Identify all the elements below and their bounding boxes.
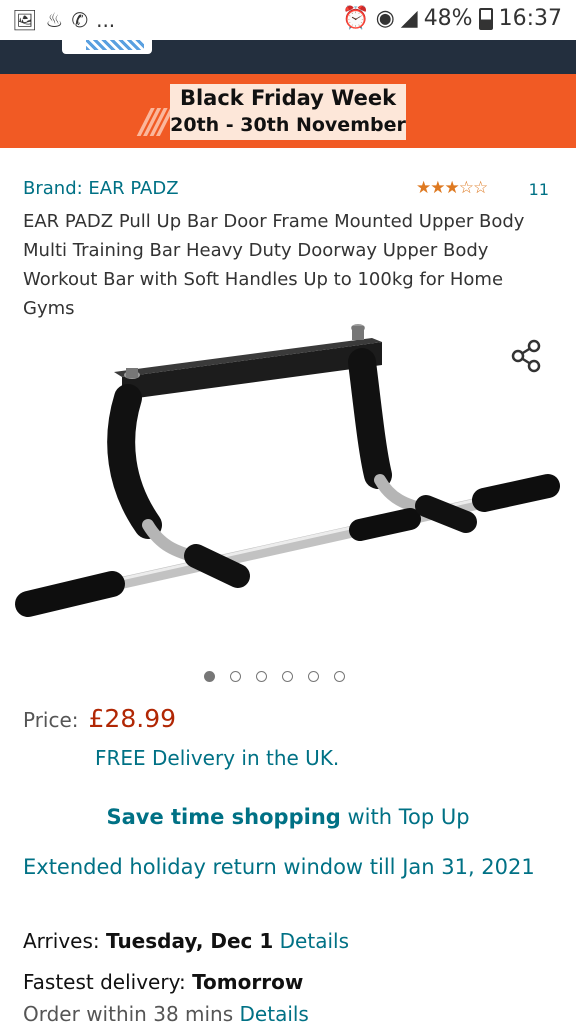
page-dot[interactable]: [282, 671, 293, 682]
page-dot[interactable]: [204, 671, 215, 682]
arrives-date: Tuesday, Dec 1: [106, 929, 274, 953]
logo-icon[interactable]: [62, 40, 152, 54]
image-icon: 🖼: [12, 8, 38, 32]
status-left: 🖼 ♨ ✆ ...: [12, 8, 115, 32]
page-dot[interactable]: [256, 671, 267, 682]
image-pagination: [204, 671, 345, 682]
fastest-line: Fastest delivery: Tomorrow: [23, 970, 303, 994]
right-arm-pad: [348, 348, 392, 489]
order-within-line: Order within 38 mins Details: [23, 1002, 309, 1026]
battery-icon: [478, 7, 493, 30]
alarm-icon: ⏰: [342, 6, 370, 31]
brand-link[interactable]: Brand: EAR PADZ: [23, 178, 179, 199]
save-time-rest: with Top Up: [340, 805, 470, 829]
price-value: £28.99: [88, 704, 177, 733]
promo-box: Black Friday Week 20th - 30th November: [170, 84, 406, 140]
share-icon[interactable]: [508, 338, 544, 374]
frame-bar: [114, 324, 382, 400]
page-dot[interactable]: [230, 671, 241, 682]
status-bar: 🖼 ♨ ✆ ... ⏰ ◉ ◢ 48% 16:37: [0, 0, 576, 40]
price-label: Price:: [23, 708, 79, 732]
left-grip: [15, 571, 125, 617]
promo-dates: 20th - 30th November: [170, 114, 406, 136]
stripes-icon: ////: [140, 102, 172, 142]
price-row: Price: £28.99: [23, 704, 176, 733]
brand-row: Brand: EAR PADZ ★★★☆☆ 11: [23, 178, 553, 204]
arrives-line: Arrives: Tuesday, Dec 1 Details: [23, 929, 349, 953]
arrives-label: Arrives:: [23, 929, 106, 953]
order-details-link[interactable]: Details: [240, 1002, 309, 1026]
clock: 16:37: [498, 6, 562, 31]
save-time-bold: Save time shopping: [106, 805, 341, 829]
left-arm-pad: [107, 384, 162, 539]
wifi-icon: ◉: [375, 6, 395, 31]
signal-icon: ◢: [400, 6, 418, 31]
right-handle: [415, 495, 477, 533]
app-header: [0, 40, 576, 74]
promo-banner[interactable]: //// Black Friday Week 20th - 30th Novem…: [0, 74, 576, 148]
more-notifications: ...: [96, 8, 116, 32]
fastest-value: Tomorrow: [192, 970, 304, 994]
right-grip: [472, 474, 560, 512]
top-up-link[interactable]: Save time shopping with Top Up: [0, 805, 576, 829]
fastest-label: Fastest delivery:: [23, 970, 193, 994]
promo-title: Black Friday Week: [179, 86, 397, 110]
extended-return-link[interactable]: Extended holiday return window till Jan …: [23, 851, 543, 883]
flag-icon: ♨: [45, 8, 64, 32]
free-delivery-link[interactable]: FREE Delivery in the UK.: [95, 746, 339, 770]
whatsapp-icon: ✆: [71, 8, 89, 32]
arrives-details-link[interactable]: Details: [280, 929, 349, 953]
order-within-text: Order within 38 mins: [23, 1002, 234, 1026]
rating-count[interactable]: 11: [529, 180, 549, 199]
page-dot[interactable]: [308, 671, 319, 682]
product-image[interactable]: [0, 320, 576, 660]
center-grip: [349, 508, 421, 541]
page-dot[interactable]: [334, 671, 345, 682]
status-right: ⏰ ◉ ◢ 48% 16:37: [342, 6, 562, 31]
product-title: EAR PADZ Pull Up Bar Door Frame Mounted …: [23, 211, 525, 319]
rating-stars[interactable]: ★★★☆☆: [416, 178, 488, 198]
battery-percent: 48%: [423, 6, 473, 31]
